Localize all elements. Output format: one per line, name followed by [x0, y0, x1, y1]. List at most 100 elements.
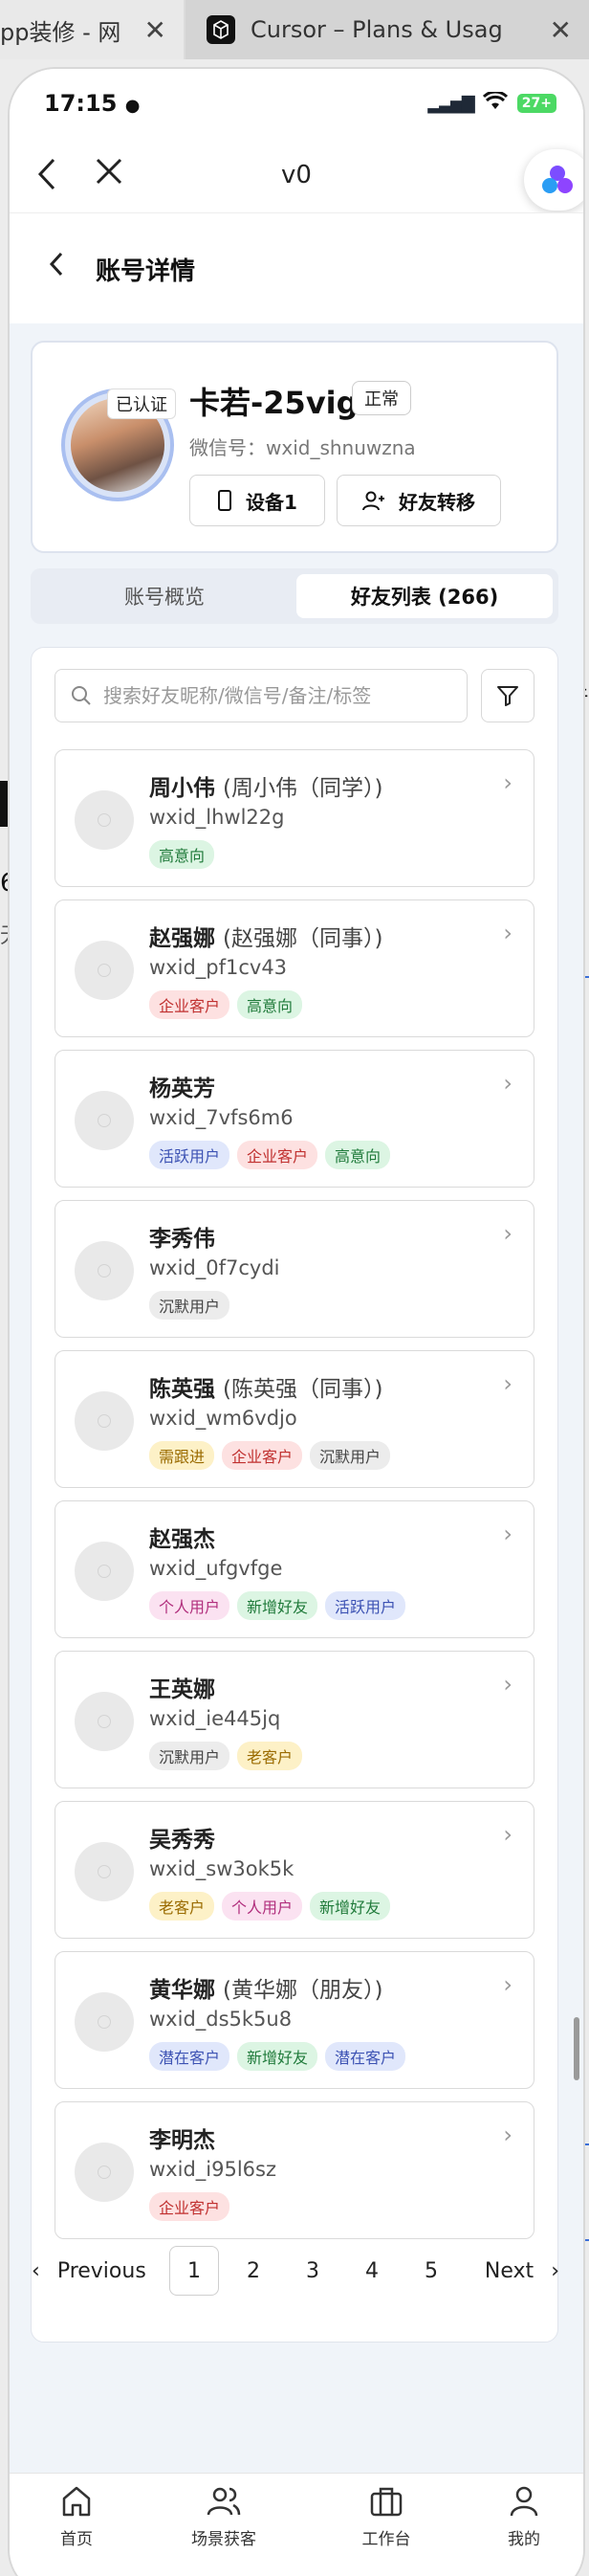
friend-list-item[interactable]: 陈英强 (陈英强（同事）) wxid_wm6vdjo 需跟进 企业客户 沉默用户 › [55, 1350, 534, 1488]
friend-avatar [75, 1241, 134, 1300]
friend-name: 杨英芳 [149, 1077, 215, 1101]
cursor-favicon-icon [207, 15, 235, 44]
placeholder-avatar-icon [98, 1414, 111, 1428]
friend-list-item[interactable]: 杨英芳 wxid_7vfs6m6 活跃用户 企业客户 高意向 › [55, 1050, 534, 1188]
browser-tab-1[interactable]: pp装修 - 网 ✕ [0, 0, 184, 59]
page-2-button[interactable]: 2 [229, 2246, 278, 2296]
page-5-button[interactable]: 5 [406, 2246, 456, 2296]
friend-tags: 老客户 个人用户 新增好友 [149, 1892, 391, 1921]
device-button[interactable]: 设备1 [189, 475, 325, 526]
friend-remark: (赵强娜（同事）) [223, 926, 383, 951]
chevron-right-icon: › [503, 1370, 513, 1397]
friend-name: 赵强娜 (赵强娜（同事）) [149, 926, 383, 951]
friend-tag: 企业客户 [222, 1441, 303, 1470]
tabbar-workbench[interactable]: 工作台 [329, 2483, 444, 2549]
close-tab-icon[interactable]: ✕ [550, 14, 572, 46]
placeholder-avatar-icon [98, 2165, 111, 2179]
friend-name: 陈英强 (陈英强（同事）) [149, 1377, 383, 1402]
chevron-right-icon: › [503, 1671, 513, 1698]
friend-tag: 企业客户 [237, 1141, 318, 1169]
search-input[interactable] [103, 684, 467, 707]
friend-list-item[interactable]: 黄华娜 (黄华娜（朋友）) wxid_ds5k5u8 潜在客户 新增好友 潜在客户 › [55, 1951, 534, 2089]
tabbar-scene-acquisition[interactable]: 场景获客 [166, 2483, 281, 2549]
friend-list-panel: 周小伟 (周小伟（同学）)wxid_lhwl22g高意向›赵强娜 (赵强娜（同事… [31, 647, 559, 2343]
friend-list-item[interactable]: 赵强娜 (赵强娜（同事）) wxid_pf1cv43 企业客户 高意向 › [55, 899, 534, 1037]
friend-tag: 企业客户 [149, 2192, 230, 2221]
friend-transfer-button[interactable]: 好友转移 [337, 475, 501, 526]
friend-tag: 新增好友 [237, 1591, 318, 1620]
tab-friend-list[interactable]: 好友列表 (266) [296, 574, 553, 618]
friend-wxid: wxid_i95l6sz [149, 2158, 276, 2181]
friend-list-item[interactable]: 赵强杰 wxid_ufgvfge 个人用户 新增好友 活跃用户 › [55, 1500, 534, 1638]
account-tabs: 账号概览 好友列表 (266) [31, 568, 558, 624]
scrollbar[interactable] [574, 2017, 579, 2080]
chevron-left-icon: ‹ [32, 2258, 40, 2283]
battery-icon: 27+ [516, 94, 556, 113]
placeholder-avatar-icon [98, 1715, 111, 1728]
friend-name: 李明杰 [149, 2128, 215, 2153]
friend-tag: 个人用户 [222, 1892, 303, 1921]
tab-overview[interactable]: 账号概览 [36, 574, 293, 618]
chevron-left-icon[interactable] [48, 250, 65, 286]
friend-avatar [75, 790, 134, 850]
chevron-right-icon: › [503, 1521, 513, 1547]
nav-title: v0 [281, 161, 312, 189]
friend-avatar [75, 1391, 134, 1451]
friend-tag: 老客户 [149, 1892, 215, 1921]
placeholder-avatar-icon [98, 813, 111, 827]
status-badge: 正常 [352, 381, 411, 415]
friend-tag: 需跟进 [149, 1441, 215, 1470]
browser-tab-strip: pp装修 - 网 ✕ Cursor – Plans & Usag ✕ [0, 0, 589, 59]
friend-tag: 新增好友 [237, 2042, 318, 2071]
status-icons: ▂▃▅▇ 27+ [427, 90, 556, 115]
friend-list-item[interactable]: 李秀伟 wxid_0f7cydi 沉默用户 › [55, 1200, 534, 1338]
search-icon [72, 686, 91, 705]
friend-list-item[interactable]: 周小伟 (周小伟（同学）) wxid_lhwl22g 高意向 › [55, 749, 534, 887]
friend-remark: (陈英强（同事）) [223, 1377, 383, 1402]
friend-tags: 潜在客户 新增好友 潜在客户 [149, 2042, 406, 2071]
chevron-right-icon: › [503, 1070, 513, 1097]
app-logo-icon[interactable] [524, 149, 583, 211]
browser-tab-title: Cursor – Plans & Usag [251, 16, 503, 43]
friend-name: 黄华娜 (黄华娜（朋友）) [149, 1978, 383, 2003]
close-tab-icon[interactable]: ✕ [144, 14, 166, 46]
page-3-button[interactable]: 3 [288, 2246, 338, 2296]
phone-frame: 17:15 ● ▂▃▅▇ 27+ v0 账号详情 已认证 卡若-25vig 正常… [10, 69, 583, 2576]
phone-icon [218, 490, 232, 511]
friend-list-item[interactable]: 李明杰 wxid_i95l6sz 企业客户 › [55, 2101, 534, 2239]
friend-tags: 个人用户 新增好友 活跃用户 [149, 1591, 406, 1620]
friend-tags: 企业客户 高意向 [149, 990, 303, 1019]
next-button[interactable]: Next › [485, 2259, 559, 2283]
wechat-id: 微信号：wxid_shnuwzna [189, 436, 416, 459]
user-icon [510, 2486, 538, 2517]
friend-tag: 高意向 [149, 840, 215, 869]
bottom-tab-bar: 首页 场景获客 工作台 我的 [10, 2473, 583, 2576]
friend-list: 周小伟 (周小伟（同学）) wxid_lhwl22g 高意向 › 赵强娜 (赵强娜（同事… [55, 749, 534, 2252]
status-time: 17:15 ● [44, 90, 141, 117]
add-user-icon [362, 491, 384, 511]
page-4-button[interactable]: 4 [347, 2246, 397, 2296]
friend-tags: 活跃用户 企业客户 高意向 [149, 1141, 391, 1169]
friend-remark: (黄华娜（朋友）) [223, 1978, 383, 2003]
filter-icon [497, 686, 518, 706]
friend-avatar [75, 1542, 134, 1601]
friend-tag: 沉默用户 [149, 1291, 230, 1320]
tabbar-home[interactable]: 首页 [19, 2483, 134, 2549]
filter-button[interactable] [481, 669, 534, 722]
friend-avatar [75, 1091, 134, 1150]
previous-button[interactable]: ‹ Previous [32, 2259, 146, 2283]
placeholder-avatar-icon [98, 2015, 111, 2029]
tabbar-me[interactable]: 我的 [467, 2483, 581, 2549]
friend-wxid: wxid_7vfs6m6 [149, 1106, 294, 1129]
search-box[interactable] [55, 669, 468, 722]
friend-list-item[interactable]: 吴秀秀 wxid_sw3ok5k 老客户 个人用户 新增好友 › [55, 1801, 534, 1939]
friend-tag: 沉默用户 [310, 1441, 391, 1470]
friend-avatar [75, 941, 134, 1000]
friend-avatar [75, 2143, 134, 2202]
friend-tags: 高意向 [149, 840, 215, 869]
friend-tag: 沉默用户 [149, 1742, 230, 1770]
browser-tab-title: pp装修 - 网 [0, 18, 121, 46]
friend-list-item[interactable]: 王英娜 wxid_ie445jq 沉默用户 老客户 › [55, 1651, 534, 1788]
page-1-button[interactable]: 1 [169, 2246, 219, 2296]
browser-tab-2[interactable]: Cursor – Plans & Usag ✕ [185, 0, 589, 59]
